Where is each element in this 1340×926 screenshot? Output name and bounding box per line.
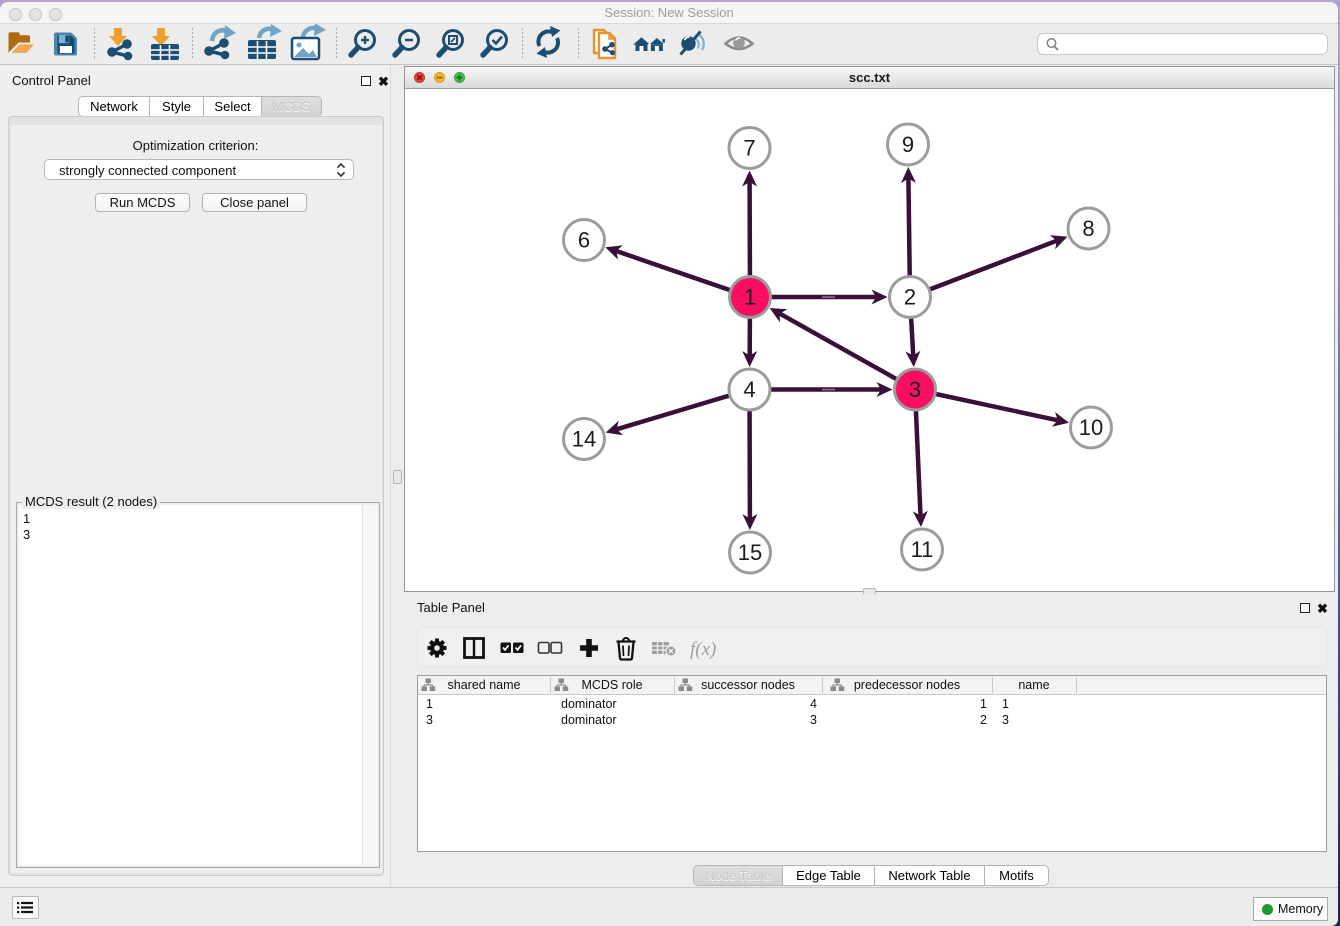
svg-text:10: 10 <box>1079 415 1103 440</box>
svg-text:8: 8 <box>1082 216 1094 241</box>
svg-text:6: 6 <box>578 228 590 253</box>
svg-text:1: 1 <box>744 285 756 310</box>
svg-text:9: 9 <box>902 132 914 157</box>
svg-text:2: 2 <box>904 285 916 310</box>
svg-text:f(x): f(x) <box>690 639 716 660</box>
svg-text:3: 3 <box>909 377 921 402</box>
svg-text:4: 4 <box>743 377 755 402</box>
svg-text:15: 15 <box>738 540 762 565</box>
svg-text:11: 11 <box>911 537 934 562</box>
svg-text:7: 7 <box>743 136 755 161</box>
svg-text:14: 14 <box>572 427 596 452</box>
